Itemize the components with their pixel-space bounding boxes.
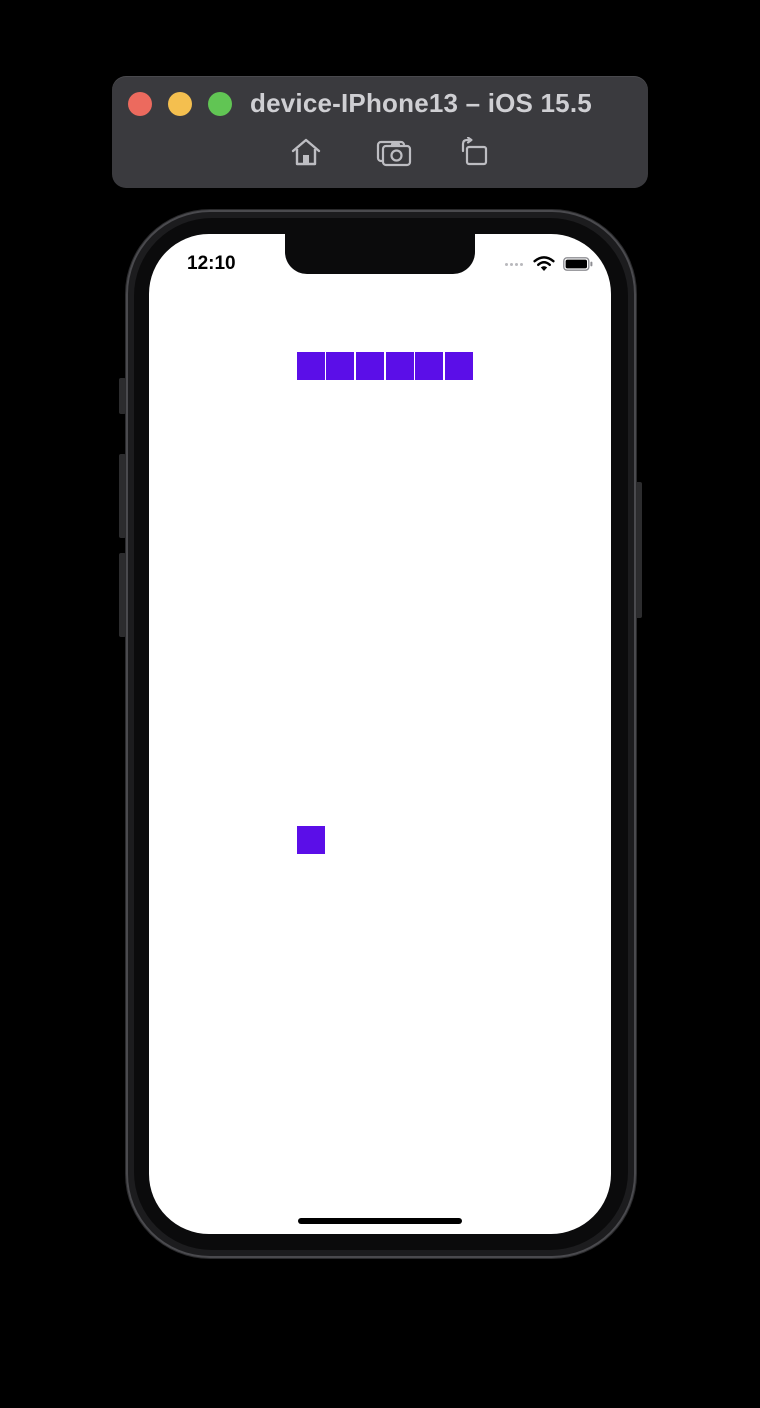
paddle-segment bbox=[356, 352, 384, 380]
home-icon bbox=[291, 138, 321, 166]
camera-icon bbox=[376, 140, 412, 167]
window-title: device-IPhone13 – iOS 15.5 bbox=[250, 88, 592, 118]
volume-down-button bbox=[119, 553, 126, 637]
device-screen[interactable]: 12:10 bbox=[149, 234, 611, 1234]
screenshot-button[interactable] bbox=[376, 136, 412, 168]
cellular-icon bbox=[505, 262, 525, 266]
mute-switch bbox=[119, 378, 126, 414]
paddle-segment bbox=[386, 352, 414, 380]
paddle-segment bbox=[445, 352, 473, 380]
home-button[interactable] bbox=[288, 136, 324, 168]
rotate-icon bbox=[461, 137, 488, 166]
home-indicator[interactable] bbox=[298, 1218, 462, 1224]
battery-icon bbox=[563, 257, 593, 271]
ball bbox=[297, 826, 325, 854]
paddle-segment bbox=[297, 352, 325, 380]
status-indicators bbox=[505, 254, 593, 274]
paddle-segment bbox=[415, 352, 443, 380]
minimize-window-button[interactable] bbox=[168, 92, 192, 116]
paddle-segment bbox=[326, 352, 354, 380]
power-button bbox=[635, 482, 642, 618]
status-time: 12:10 bbox=[187, 253, 236, 274]
volume-up-button bbox=[119, 454, 126, 538]
close-window-button[interactable] bbox=[128, 92, 152, 116]
zoom-window-button[interactable] bbox=[208, 92, 232, 116]
rotate-button[interactable] bbox=[456, 136, 492, 168]
notch bbox=[285, 234, 475, 274]
wifi-icon bbox=[533, 256, 555, 271]
